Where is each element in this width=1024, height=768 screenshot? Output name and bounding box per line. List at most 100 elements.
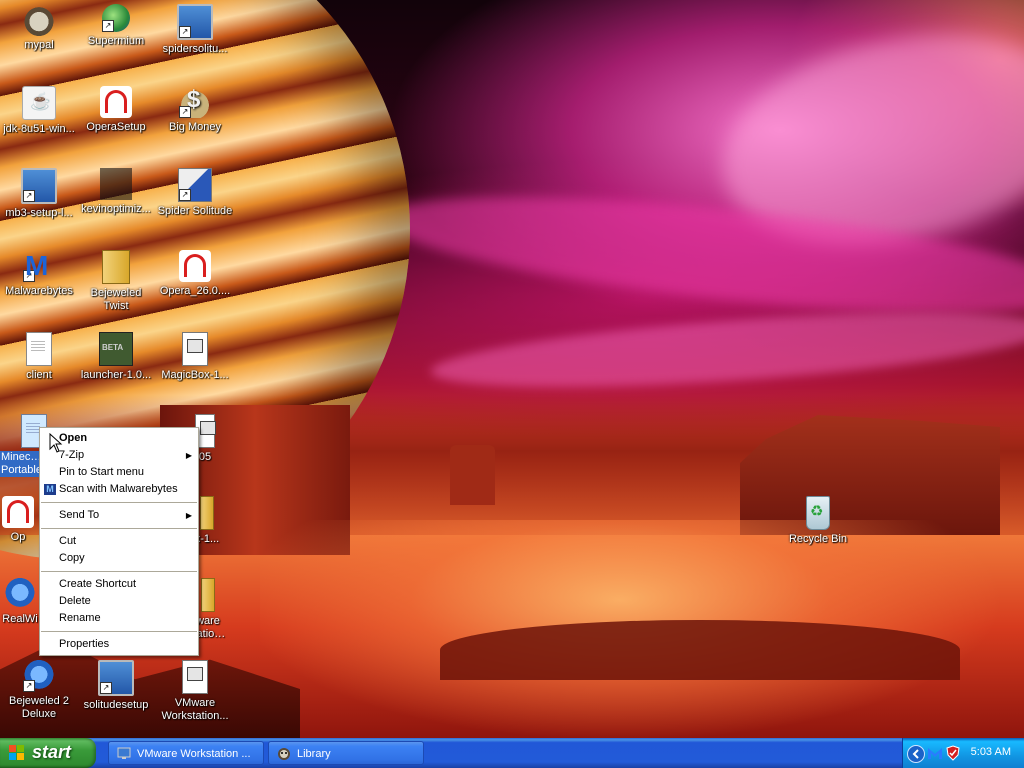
desktop-icon-opera-26[interactable]: Opera_26.0.... [157,250,233,298]
installer-icon [117,747,131,759]
desktop-icon-label: Bejeweled Twist [90,287,142,312]
app-icon [100,168,132,200]
desktop-icon-label: client [26,369,52,381]
submenu-arrow-icon: ▶ [185,451,192,460]
taskbar-button-label: VMware Workstation ... [137,748,251,760]
menu-item-scan-malwarebytes[interactable]: M Scan with Malwarebytes [40,481,198,498]
desktop-icon-jdk[interactable]: jdk-8u51-win... [1,86,77,136]
installer-icon: ↗ [98,660,134,696]
menu-separator [41,571,197,572]
desktop-icon-label: Malwarebytes [5,285,73,297]
desktop-icon-recycle-bin[interactable]: Recycle Bin [780,496,856,546]
recycle-bin-icon [806,496,830,530]
desktop-icon-label: spidersolitu... [162,43,228,55]
menu-item-create-shortcut[interactable]: Create Shortcut [40,576,198,593]
menu-item-label: Scan with Malwarebytes [59,483,178,495]
desktop-icon-vmware-workstation[interactable]: VMware Workstation... [157,660,233,723]
desktop-icon-label: launcher-1.0... [80,369,152,381]
window-file-icon [182,332,208,366]
menu-item-open[interactable]: Open [40,430,198,447]
menu-item-send-to[interactable]: Send To ▶ [40,507,198,524]
desktop-icon-mb3-setup[interactable]: ↗ mb3-setup-l... [1,168,77,220]
java-icon [22,86,56,120]
desktop-icon-spidersolitude-setup[interactable]: ↗ spidersolitu... [157,4,233,56]
desktop-icon-label: Spider Solitude [157,205,233,217]
windows-logo-icon [9,745,25,761]
menu-item-7zip[interactable]: 7-Zip ▶ [40,447,198,464]
desktop-icon-mypal[interactable]: mypal [1,4,77,52]
desktop-icon-magicbox[interactable]: MagicBox-1... [157,332,233,382]
minecraft-beta-icon [99,332,133,366]
submenu-arrow-icon: ▶ [185,511,192,520]
shortcut-arrow-icon: ↗ [23,270,35,282]
desktop-icon-realwi[interactable]: RealWi [0,578,40,626]
desktop-icon-kevinoptimizer[interactable]: kevinoptimiz... [78,168,154,216]
desktop-icon-spider-solitude[interactable]: ↗ Spider Solitude [157,168,233,218]
desktop-icon-big-money[interactable]: ↗ Big Money [157,86,233,134]
desktop-icon-label: mypal [24,39,54,51]
desktop-icon-label: kevinoptimiz... [81,203,151,215]
globe-icon: ↗ [102,4,130,32]
menu-separator [41,631,197,632]
menu-item-rename[interactable]: Rename [40,610,198,627]
zip-icon [201,578,215,612]
menu-item-cut[interactable]: Cut [40,533,198,550]
raccoon-icon [278,748,290,760]
desktop-icon-label: jdk-8u51-win... [3,123,75,135]
installer-icon: ↗ [21,168,57,204]
menu-item-pin-to-start[interactable]: Pin to Start menu [40,464,198,481]
document-icon [26,332,52,366]
opera-icon [100,86,132,118]
desktop-icon-label: Bejeweled 2 Deluxe [9,695,69,720]
opera-icon [2,496,34,528]
desktop-icon-label: Big Money [169,121,221,133]
menu-item-properties[interactable]: Properties [40,636,198,653]
app-icon [4,578,36,610]
desktop-icon-bejeweled-2[interactable]: ↗ Bejeweled 2 Deluxe [1,660,77,721]
menu-item-copy[interactable]: Copy [40,550,198,567]
malwarebytes-icon: ↗ [23,250,55,282]
context-menu: Open 7-Zip ▶ Pin to Start menu M Scan wi… [39,427,199,656]
clock[interactable]: 5:03 AM [971,746,1011,758]
taskbar-button-library[interactable]: Library [268,741,424,765]
malwarebytes-tray-icon[interactable] [927,745,943,761]
desktop-icon-malwarebytes[interactable]: ↗ Malwarebytes [1,250,77,298]
desktop-icon-label: mb3-setup-l... [5,207,73,219]
malwarebytes-icon: M [44,484,56,495]
shortcut-arrow-icon: ↗ [23,190,35,202]
desktop-icon-operasetup[interactable]: OperaSetup [78,86,154,134]
window-file-icon [182,660,208,694]
shortcut-arrow-icon: ↗ [102,20,114,32]
taskbar-button-vmware[interactable]: VMware Workstation ... [108,741,264,765]
start-button[interactable]: start [0,738,96,768]
shortcut-arrow-icon: ↗ [179,189,191,201]
desktop-icon-label: VMware Workstation... [161,697,229,722]
desktop-icon-solitudesetup[interactable]: ↗ solitudesetup [78,660,154,712]
raccoon-icon [23,4,55,36]
desktop-icon-label: MagicBox-1... [161,369,229,381]
menu-separator [41,502,197,503]
tray-expand-chevron-icon[interactable] [907,745,925,763]
wallpaper-streak [428,298,1024,402]
desktop-icon-launcher[interactable]: launcher-1.0... [78,332,154,382]
wallpaper-ridge [440,620,960,680]
desktop-icon-supermium[interactable]: ↗ Supermium [78,4,154,48]
bejeweled-icon: ↗ [23,660,55,692]
wallpaper-mesa [740,415,1000,535]
menu-separator [41,528,197,529]
desktop-icon-label: OperaSetup [86,121,146,133]
desktop-icon-bejeweled-twist[interactable]: Bejeweled Twist [78,250,154,313]
desktop-icon-client[interactable]: client [1,332,77,382]
desktop-icon-minecraft-portable[interactable]: Minecraft Portable [0,414,47,477]
installer-icon: ↗ [177,4,213,40]
desktop-icon-op[interactable]: Op [0,496,38,544]
desktop-icon-label: RealWi [2,613,38,625]
desktop-icon-label: Op [10,531,26,543]
shortcut-arrow-icon: ↗ [100,682,112,694]
security-shield-icon[interactable] [945,745,961,761]
spider-cards-icon: ↗ [178,168,212,202]
menu-item-delete[interactable]: Delete [40,593,198,610]
wallpaper-mesa [450,445,495,505]
desktop-icon-label: Recycle Bin [788,533,848,545]
desktop-icon-label: solitudesetup [83,699,149,711]
